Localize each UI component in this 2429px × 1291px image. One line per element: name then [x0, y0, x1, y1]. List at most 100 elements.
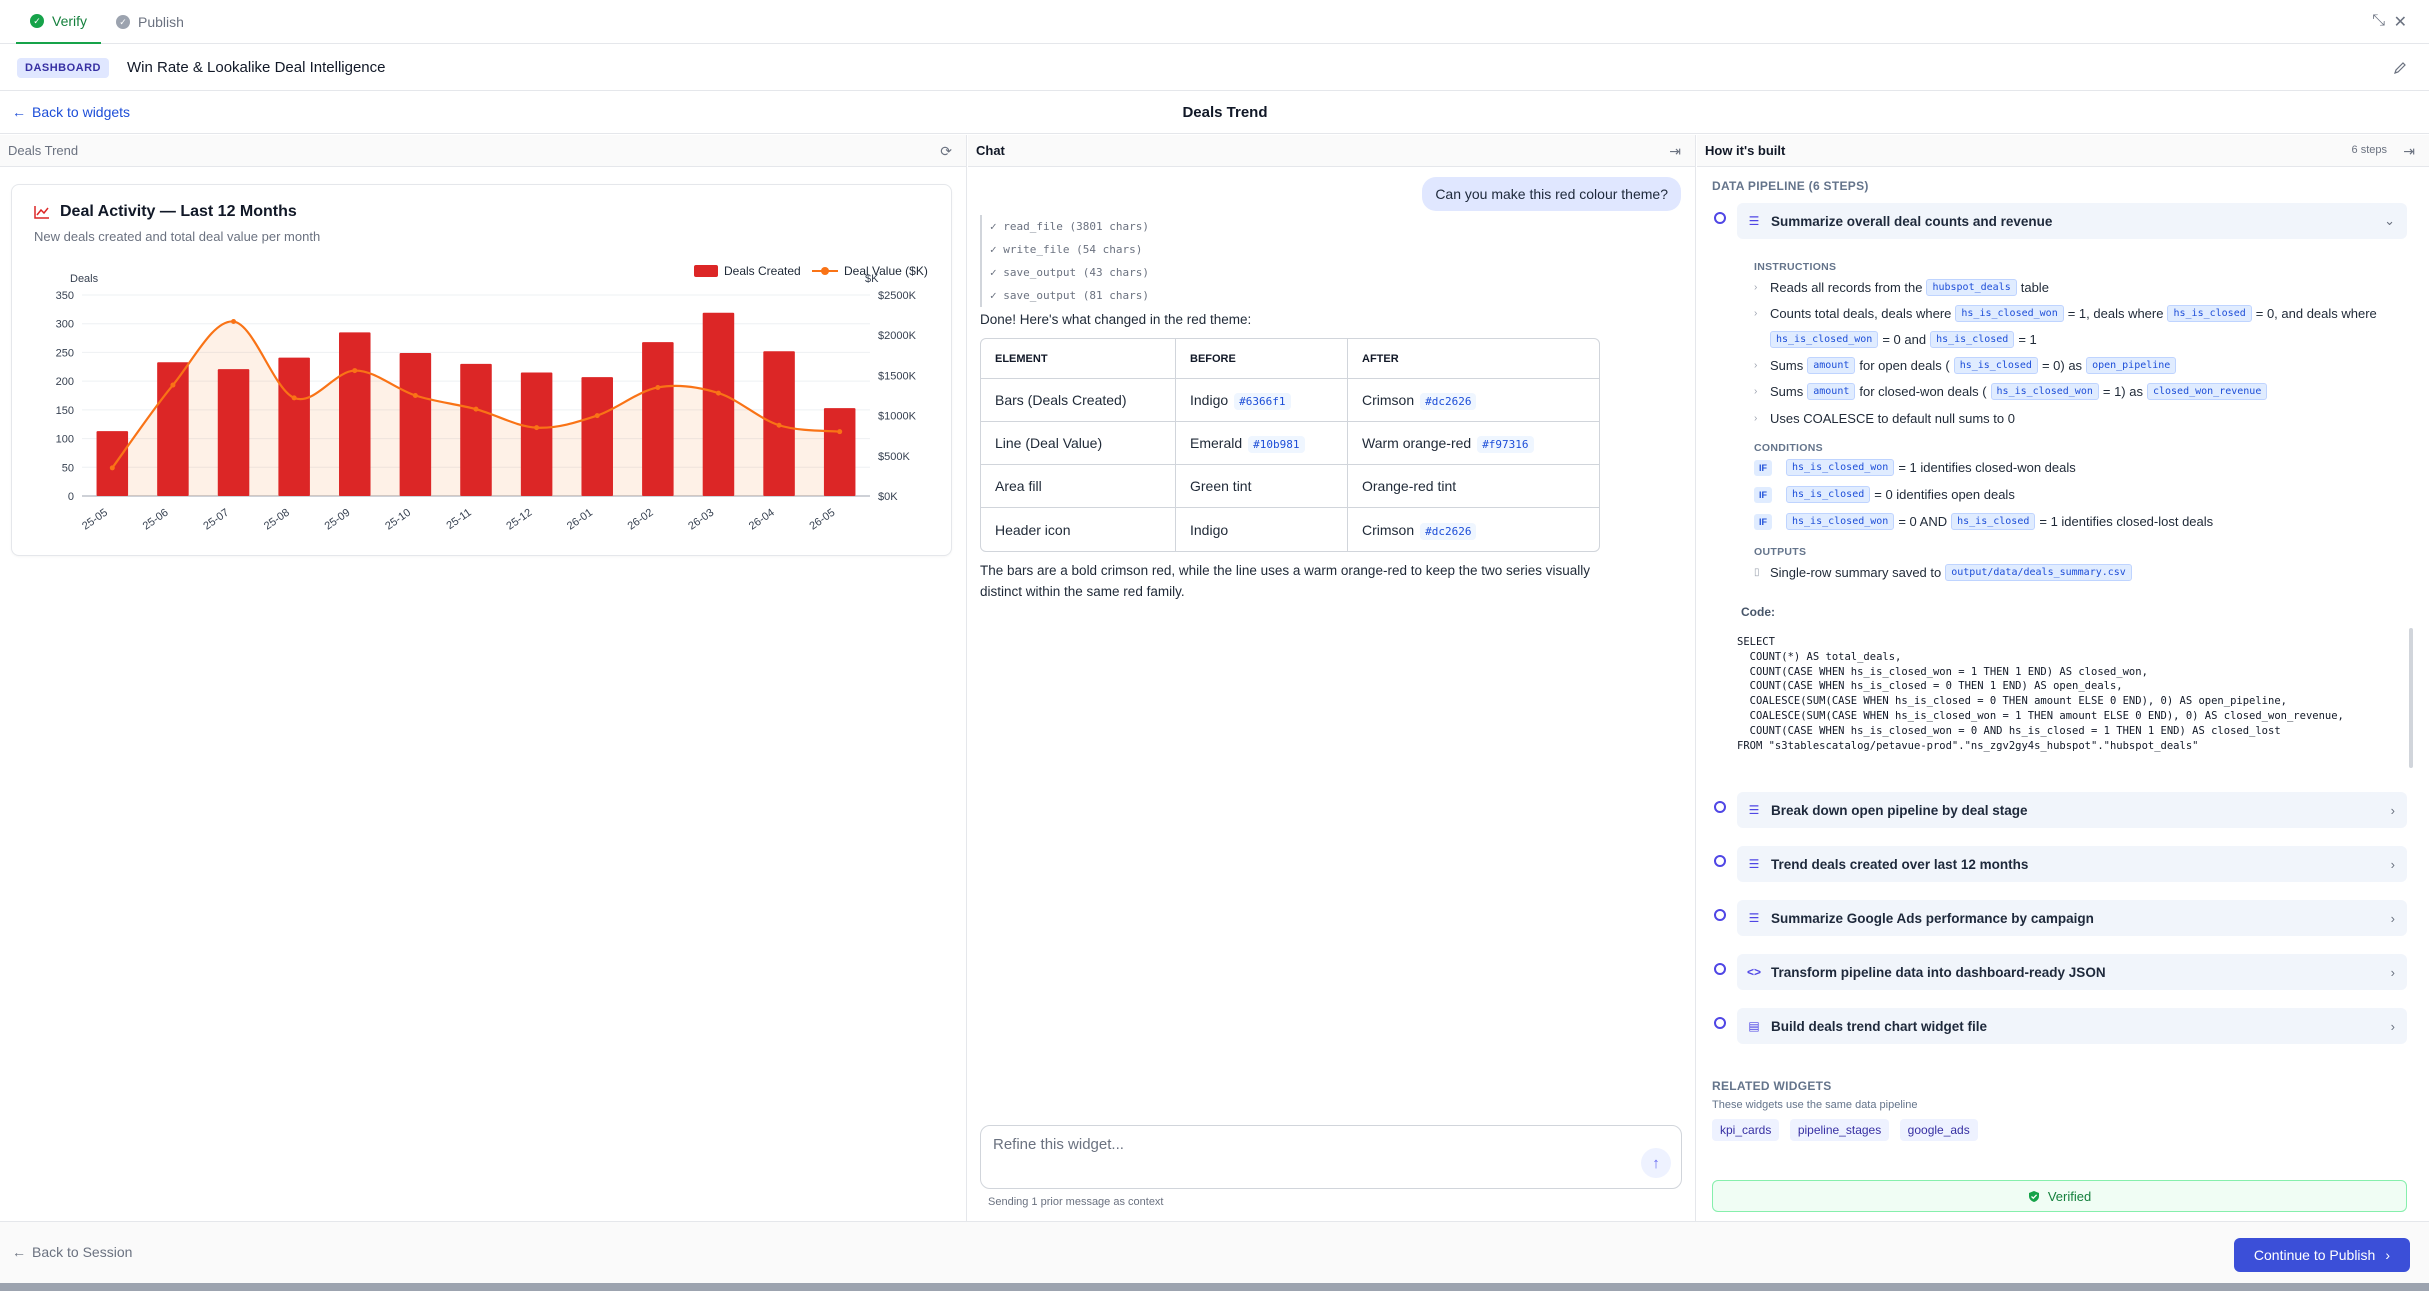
- tab-verify[interactable]: ✓ Verify: [16, 0, 102, 44]
- cell-before: Indigo: [1176, 508, 1348, 551]
- related-widget-chip[interactable]: kpi_cards: [1712, 1119, 1780, 1141]
- table-header: BEFORE: [1176, 339, 1348, 379]
- color-change-table: ELEMENT BEFORE AFTER Bars (Deals Created…: [980, 338, 1600, 552]
- related-widgets-label: RELATED WIDGETS: [1712, 1079, 1832, 1093]
- cell-before: Emerald #10b981: [1176, 422, 1348, 465]
- y-left-tick-label: 200: [56, 376, 74, 388]
- bar-deals-created: [460, 363, 492, 496]
- database-icon: ☰: [1748, 214, 1760, 228]
- outputs-label: OUTPUTS: [1754, 546, 1807, 558]
- if-badge: IF: [1754, 486, 1772, 503]
- top-tab-bar: ✓ Verify ✓ Publish ⤡ ✕: [0, 0, 2429, 44]
- instructions-label: INSTRUCTIONS: [1754, 261, 1837, 273]
- legend-label-line: Deal Value ($K): [844, 264, 928, 278]
- y-right-tick-label: $2000K: [878, 330, 917, 342]
- column-tag: amount: [1807, 357, 1856, 374]
- deal-value-point: [655, 384, 661, 390]
- instruction-item-continued: hs_is_closed_won = 0 and hs_is_closed = …: [1770, 331, 2037, 348]
- step-4-header[interactable]: ☰ Summarize Google Ads performance by ca…: [1737, 900, 2407, 936]
- step-title: Summarize Google Ads performance by camp…: [1771, 910, 2094, 926]
- step-6-header[interactable]: ▤ Build deals trend chart widget file ›: [1737, 1008, 2407, 1044]
- send-button[interactable]: ↑: [1641, 1148, 1671, 1178]
- related-widget-chip[interactable]: pipeline_stages: [1789, 1119, 1890, 1141]
- step-3-header[interactable]: ☰ Trend deals created over last 12 month…: [1737, 846, 2407, 882]
- window-bottom-edge: [0, 1283, 2429, 1291]
- x-tick-label: 26-02: [626, 507, 656, 533]
- x-tick-label: 25-12: [504, 507, 534, 533]
- dashboard-badge: DASHBOARD: [17, 57, 109, 78]
- tool-call-list: ✓ read_file (3801 chars) ✓ write_file (5…: [980, 215, 1149, 307]
- x-tick-label: 26-01: [565, 507, 595, 533]
- column-tag: hs_is_closed_won: [1955, 305, 2064, 322]
- edit-pencil-icon[interactable]: [2393, 61, 2407, 75]
- timeline-dot: [1714, 963, 1726, 975]
- cell-after: Orange-red tint: [1348, 465, 1599, 508]
- column-tag: open_pipeline: [2086, 357, 2177, 374]
- chevron-right-icon: ›: [2390, 856, 2395, 872]
- close-icon[interactable]: ✕: [2394, 12, 2407, 32]
- refine-input[interactable]: [993, 1136, 1593, 1153]
- hex-code: #6366f1: [1234, 393, 1291, 410]
- continue-to-publish-button[interactable]: Continue to Publish ›: [2233, 1238, 2410, 1272]
- collapse-panel-icon[interactable]: ⇥: [2403, 143, 2415, 160]
- cell-before: Indigo #6366f1: [1176, 379, 1348, 422]
- deal-value-point: [594, 413, 600, 419]
- deal-value-point: [715, 390, 721, 396]
- step-2-header[interactable]: ☰ Break down open pipeline by deal stage…: [1737, 792, 2407, 828]
- back-to-session-link[interactable]: ← Back to Session: [12, 1244, 132, 1260]
- y-left-axis-label: Deals: [70, 273, 99, 285]
- cell-after: Crimson #dc2626: [1348, 508, 1599, 551]
- arrow-left-icon: ←: [12, 1244, 26, 1260]
- table-header: AFTER: [1348, 339, 1599, 379]
- deal-value-point: [837, 429, 843, 435]
- context-note: Sending 1 prior message as context: [988, 1196, 1164, 1208]
- cell-element: Line (Deal Value): [981, 422, 1176, 465]
- chat-panel: Chat ⇥ Can you make this red colour them…: [968, 135, 1696, 1221]
- bar-deals-created: [642, 342, 674, 496]
- refresh-icon[interactable]: ⟳: [940, 143, 952, 160]
- bar-deals-created: [96, 431, 129, 496]
- y-left-tick-label: 300: [56, 319, 74, 331]
- deal-value-point: [352, 368, 358, 374]
- hex-code: #10b981: [1248, 436, 1305, 453]
- check-circle-icon: ✓: [116, 15, 130, 29]
- code-scrollbar[interactable]: [2409, 628, 2413, 768]
- preview-panel-title: Deals Trend: [8, 143, 79, 158]
- chat-panel-title: Chat: [976, 143, 1005, 158]
- x-tick-label: 25-10: [383, 507, 413, 533]
- timeline-dot: [1714, 212, 1726, 224]
- step-title: Summarize overall deal counts and revenu…: [1771, 213, 2053, 229]
- collapse-icon[interactable]: ⤡: [2372, 12, 2385, 30]
- y-right-tick-label: $500K: [878, 451, 910, 463]
- widget-title: Deals Trend: [1182, 104, 1268, 121]
- legend-swatch-line-dot: [821, 267, 829, 275]
- file-path-tag: output/data/deals_summary.csv: [1945, 564, 2132, 581]
- bar-deals-created: [339, 332, 371, 496]
- tab-verify-label: Verify: [52, 13, 88, 29]
- assistant-intro: Done! Here's what changed in the red the…: [980, 312, 1252, 327]
- chevron-right-icon: ›: [1754, 282, 1758, 293]
- step-title: Build deals trend chart widget file: [1771, 1018, 1988, 1034]
- table-row: Area fill Green tint Orange-red tint: [981, 465, 1599, 508]
- deal-value-point: [231, 319, 237, 325]
- step-1-header[interactable]: ☰ Summarize overall deal counts and reve…: [1737, 203, 2407, 239]
- tab-publish[interactable]: ✓ Publish: [102, 0, 198, 44]
- dashboard-bar: DASHBOARD Win Rate & Lookalike Deal Inte…: [0, 45, 2429, 91]
- sql-code-block: SELECT COUNT(*) AS total_deals, COUNT(CA…: [1737, 636, 2344, 752]
- timeline-dot: [1714, 909, 1726, 921]
- column-tag: amount: [1807, 383, 1856, 400]
- chat-panel-header: Chat ⇥: [968, 135, 1695, 167]
- bar-deals-created: [520, 372, 553, 496]
- x-tick-label: 25-05: [80, 507, 110, 533]
- x-tick-label: 25-06: [141, 507, 171, 533]
- related-widget-chip[interactable]: google_ads: [1899, 1119, 1978, 1141]
- instruction-item: › Sums amount for open deals ( hs_is_clo…: [1754, 357, 2177, 374]
- timeline-dot: [1714, 855, 1726, 867]
- bar-deals-created: [823, 408, 856, 496]
- step-5-header[interactable]: <> Transform pipeline data into dashboar…: [1737, 954, 2407, 990]
- column-tag: hs_is_closed: [1930, 331, 2015, 348]
- output-item: ▯ Single-row summary saved to output/dat…: [1754, 564, 2132, 581]
- cell-element: Bars (Deals Created): [981, 379, 1176, 422]
- bar-deals-created: [217, 369, 250, 496]
- collapse-panel-icon[interactable]: ⇥: [1669, 143, 1681, 160]
